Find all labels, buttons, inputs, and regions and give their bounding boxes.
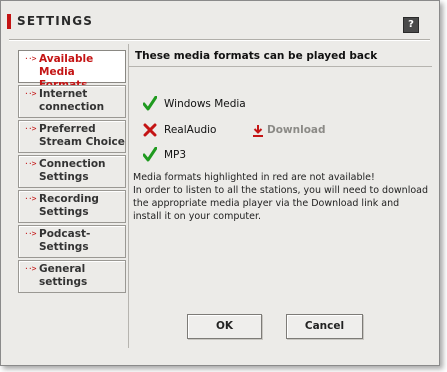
nav-item-connection-settings[interactable]: ··> Connection Settings: [18, 155, 126, 188]
info-text: Media formats highlighted in red are not…: [133, 171, 428, 223]
download-label: Download: [267, 124, 326, 136]
nav-item-internet-connection[interactable]: ··> Internet connection: [18, 85, 126, 118]
nav-item-label: Recording Settings: [39, 193, 99, 218]
info-warning: Media formats highlighted in red are not…: [133, 172, 375, 183]
window-title: SETTINGS: [17, 14, 94, 28]
check-icon: [143, 147, 157, 162]
nav-arrow-icon: ··>: [24, 229, 36, 238]
nav-item-podcast-settings[interactable]: ··> Podcast- Settings: [18, 225, 126, 258]
ok-button[interactable]: OK: [187, 314, 262, 339]
info-instructions: In order to listen to all the stations, …: [133, 185, 428, 222]
cancel-button[interactable]: Cancel: [286, 314, 363, 339]
help-button[interactable]: ?: [403, 17, 419, 33]
nav-item-general-settings[interactable]: ··> General settings: [18, 260, 126, 293]
nav-arrow-icon: ··>: [24, 159, 36, 168]
panel-heading: These media formats can be played back: [135, 50, 378, 62]
nav-item-label: Podcast- Settings: [39, 228, 91, 253]
nav-item-label: Connection Settings: [39, 158, 106, 183]
nav-item-label: General settings: [39, 263, 88, 288]
format-name: Windows Media: [164, 98, 246, 110]
panel-divider: [129, 66, 432, 67]
nav-item-label: Internet connection: [39, 88, 105, 113]
cross-icon: [143, 123, 157, 137]
nav-arrow-icon: ··>: [24, 264, 36, 273]
settings-window: SETTINGS ? ··> Available Media Formats ·…: [0, 0, 440, 366]
nav-item-preferred-stream-choice[interactable]: ··> Preferred Stream Choice: [18, 120, 126, 153]
title-divider-highlight: [9, 40, 430, 41]
nav-arrow-icon: ··>: [24, 194, 36, 203]
check-icon: [143, 96, 157, 111]
media-formats-panel: These media formats can be played back W…: [128, 44, 432, 348]
nav-item-label: Preferred Stream Choice: [39, 123, 125, 148]
nav-item-recording-settings[interactable]: ··> Recording Settings: [18, 190, 126, 223]
format-name: RealAudio: [164, 124, 217, 136]
nav-arrow-icon: ··>: [24, 124, 36, 133]
nav-arrow-icon: ··>: [24, 89, 36, 98]
nav-arrow-icon: ··>: [24, 54, 36, 63]
format-name: MP3: [164, 149, 187, 161]
nav-item-available-media-formats[interactable]: ··> Available Media Formats: [18, 50, 126, 91]
download-arrow-icon: [253, 125, 263, 137]
title-accent-bar: [7, 14, 11, 29]
title-bar: SETTINGS ?: [1, 1, 439, 33]
